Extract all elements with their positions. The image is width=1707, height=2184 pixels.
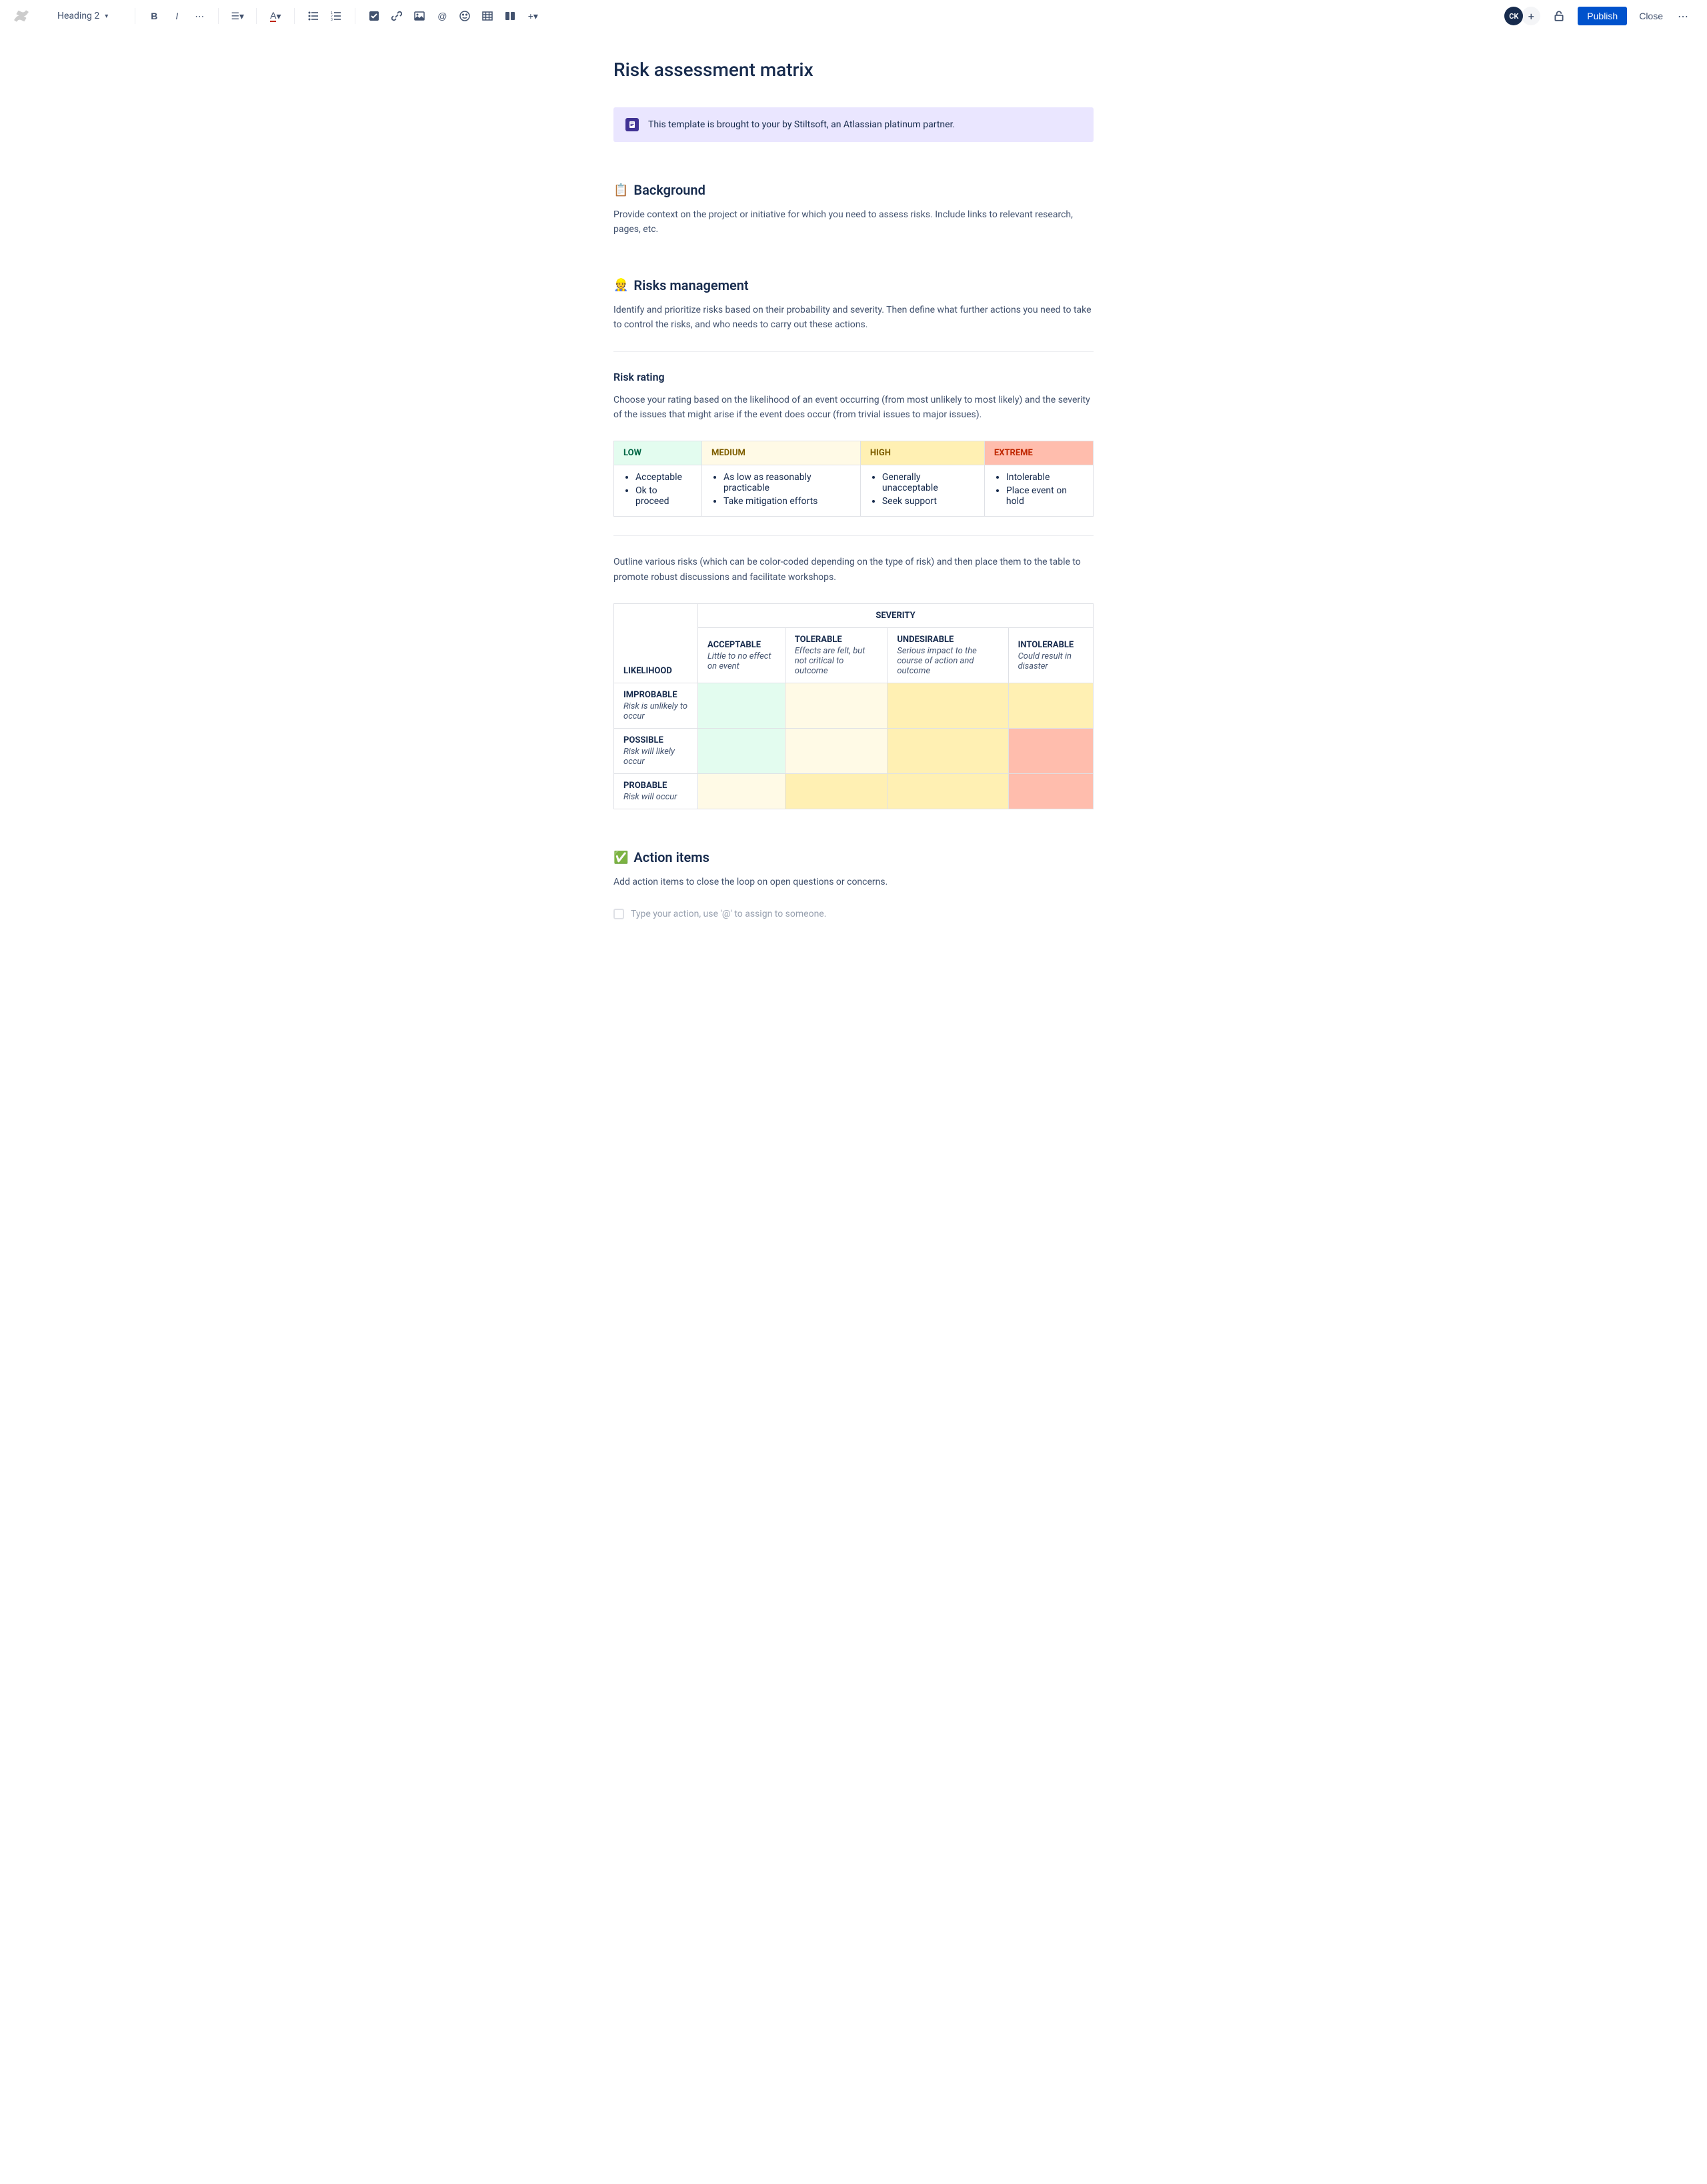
divider	[613, 535, 1094, 536]
background-heading: 📋 Background	[613, 182, 1094, 198]
action-checkbox[interactable]	[613, 909, 624, 919]
matrix-cell[interactable]	[785, 774, 888, 809]
outline-body: Outline various risks (which can be colo…	[613, 555, 1094, 585]
user-avatar[interactable]: CK	[1504, 7, 1523, 25]
risk-rating-heading: Risk rating	[613, 371, 1094, 383]
table-row: IMPROBABLERisk is unlikely to occur	[614, 683, 1094, 729]
background-body: Provide context on the project or initia…	[613, 207, 1094, 237]
matrix-cell[interactable]	[1008, 683, 1093, 729]
bullet-list-button[interactable]	[303, 5, 324, 27]
numbered-list-button[interactable]: 123	[325, 5, 347, 27]
check-mark-icon: ✅	[613, 851, 628, 865]
rating-header-medium: MEDIUM	[702, 441, 861, 465]
action-item-placeholder: Type your action, use '@' to assign to s…	[631, 909, 826, 919]
table-row: PROBABLERisk will occur	[614, 774, 1094, 809]
toolbar-separator	[218, 8, 219, 24]
rating-cell-low: AcceptableOk to proceed	[614, 465, 702, 517]
matrix-cell[interactable]	[697, 683, 785, 729]
close-button[interactable]: Close	[1639, 11, 1663, 21]
likelihood-row-improbable: IMPROBABLERisk is unlikely to occur	[614, 683, 698, 729]
rating-header-low: LOW	[614, 441, 702, 465]
rating-header-high: HIGH	[860, 441, 984, 465]
heading-style-select[interactable]: Heading 2 ▾	[52, 8, 113, 24]
matrix-cell[interactable]	[1008, 729, 1093, 774]
matrix-cell[interactable]	[697, 774, 785, 809]
emoji-button[interactable]	[454, 5, 475, 27]
editor-content[interactable]: Risk assessment matrix This template is …	[600, 32, 1107, 973]
table-button[interactable]	[477, 5, 498, 27]
likelihood-axis-label: LIKELIHOOD	[614, 604, 698, 683]
panel-text: This template is brought to your by Stil…	[648, 119, 955, 130]
matrix-cell[interactable]	[697, 729, 785, 774]
text-color-button[interactable]: A▾	[265, 5, 286, 27]
matrix-cell[interactable]	[888, 683, 1008, 729]
chevron-down-icon: ▾	[105, 13, 108, 20]
action-item-button[interactable]	[363, 5, 385, 27]
more-formatting-button[interactable]: ⋯	[189, 5, 210, 27]
risks-body: Identify and prioritize risks based on t…	[613, 303, 1094, 333]
likelihood-row-probable: PROBABLERisk will occur	[614, 774, 698, 809]
mention-button[interactable]: @	[431, 5, 453, 27]
heading-style-label: Heading 2	[57, 11, 99, 21]
confluence-logo-icon	[13, 8, 29, 24]
severity-axis-label: SEVERITY	[697, 604, 1093, 628]
alignment-button[interactable]: ☰▾	[227, 5, 248, 27]
add-collaborator-button[interactable]: +	[1522, 7, 1540, 25]
likelihood-row-possible: POSSIBLERisk will likely occur	[614, 729, 698, 774]
toolbar-separator	[256, 8, 257, 24]
clipboard-icon: 📋	[613, 183, 628, 197]
rating-cell-medium: As low as reasonably practicableTake mit…	[702, 465, 861, 517]
bold-button[interactable]: B	[143, 5, 165, 27]
page-more-menu[interactable]: ⋯	[1672, 5, 1694, 27]
rating-header-extreme: EXTREME	[984, 441, 1093, 465]
severity-col-tolerable: TOLERABLEEffects are felt, but not criti…	[785, 628, 888, 683]
toolbar-separator	[294, 8, 295, 24]
risk-rating-body: Choose your rating based on the likeliho…	[613, 393, 1094, 423]
insert-more-button[interactable]: +▾	[522, 5, 543, 27]
image-button[interactable]	[409, 5, 430, 27]
divider	[613, 351, 1094, 352]
matrix-cell[interactable]	[785, 683, 888, 729]
risk-matrix-table[interactable]: LIKELIHOOD SEVERITY ACCEPTABLELittle to …	[613, 603, 1094, 809]
restrictions-button[interactable]	[1548, 5, 1570, 27]
action-item-row[interactable]: Type your action, use '@' to assign to s…	[613, 909, 1094, 919]
severity-col-undesirable: UNDESIRABLESerious impact to the course …	[888, 628, 1008, 683]
editor-toolbar: Heading 2 ▾ B I ⋯ ☰▾ A▾ 123 @	[0, 0, 1707, 32]
risks-heading: 👷 Risks management	[613, 277, 1094, 293]
severity-col-intolerable: INTOLERABLECould result in disaster	[1008, 628, 1093, 683]
panel-note-icon	[625, 118, 639, 131]
table-row: POSSIBLERisk will likely occur	[614, 729, 1094, 774]
publish-button[interactable]: Publish	[1578, 7, 1627, 25]
matrix-cell[interactable]	[1008, 774, 1093, 809]
svg-text:3: 3	[331, 18, 333, 21]
matrix-cell[interactable]	[888, 729, 1008, 774]
page-title[interactable]: Risk assessment matrix	[613, 59, 1094, 81]
table-row: AcceptableOk to proceed As low as reason…	[614, 465, 1094, 517]
rating-cell-high: Generally unacceptableSeek support	[860, 465, 984, 517]
layouts-button[interactable]	[499, 5, 521, 27]
info-panel: This template is brought to your by Stil…	[613, 107, 1094, 142]
matrix-cell[interactable]	[888, 774, 1008, 809]
risk-rating-table[interactable]: LOW MEDIUM HIGH EXTREME AcceptableOk to …	[613, 441, 1094, 517]
matrix-cell[interactable]	[785, 729, 888, 774]
italic-button[interactable]: I	[166, 5, 187, 27]
table-row: LOW MEDIUM HIGH EXTREME	[614, 441, 1094, 465]
rating-cell-extreme: IntolerablePlace event on hold	[984, 465, 1093, 517]
severity-col-acceptable: ACCEPTABLELittle to no effect on event	[697, 628, 785, 683]
action-items-heading: ✅ Action items	[613, 849, 1094, 865]
table-row: LIKELIHOOD SEVERITY	[614, 604, 1094, 628]
link-button[interactable]	[386, 5, 407, 27]
construction-worker-icon: 👷	[613, 278, 628, 292]
action-items-body: Add action items to close the loop on op…	[613, 875, 1094, 889]
